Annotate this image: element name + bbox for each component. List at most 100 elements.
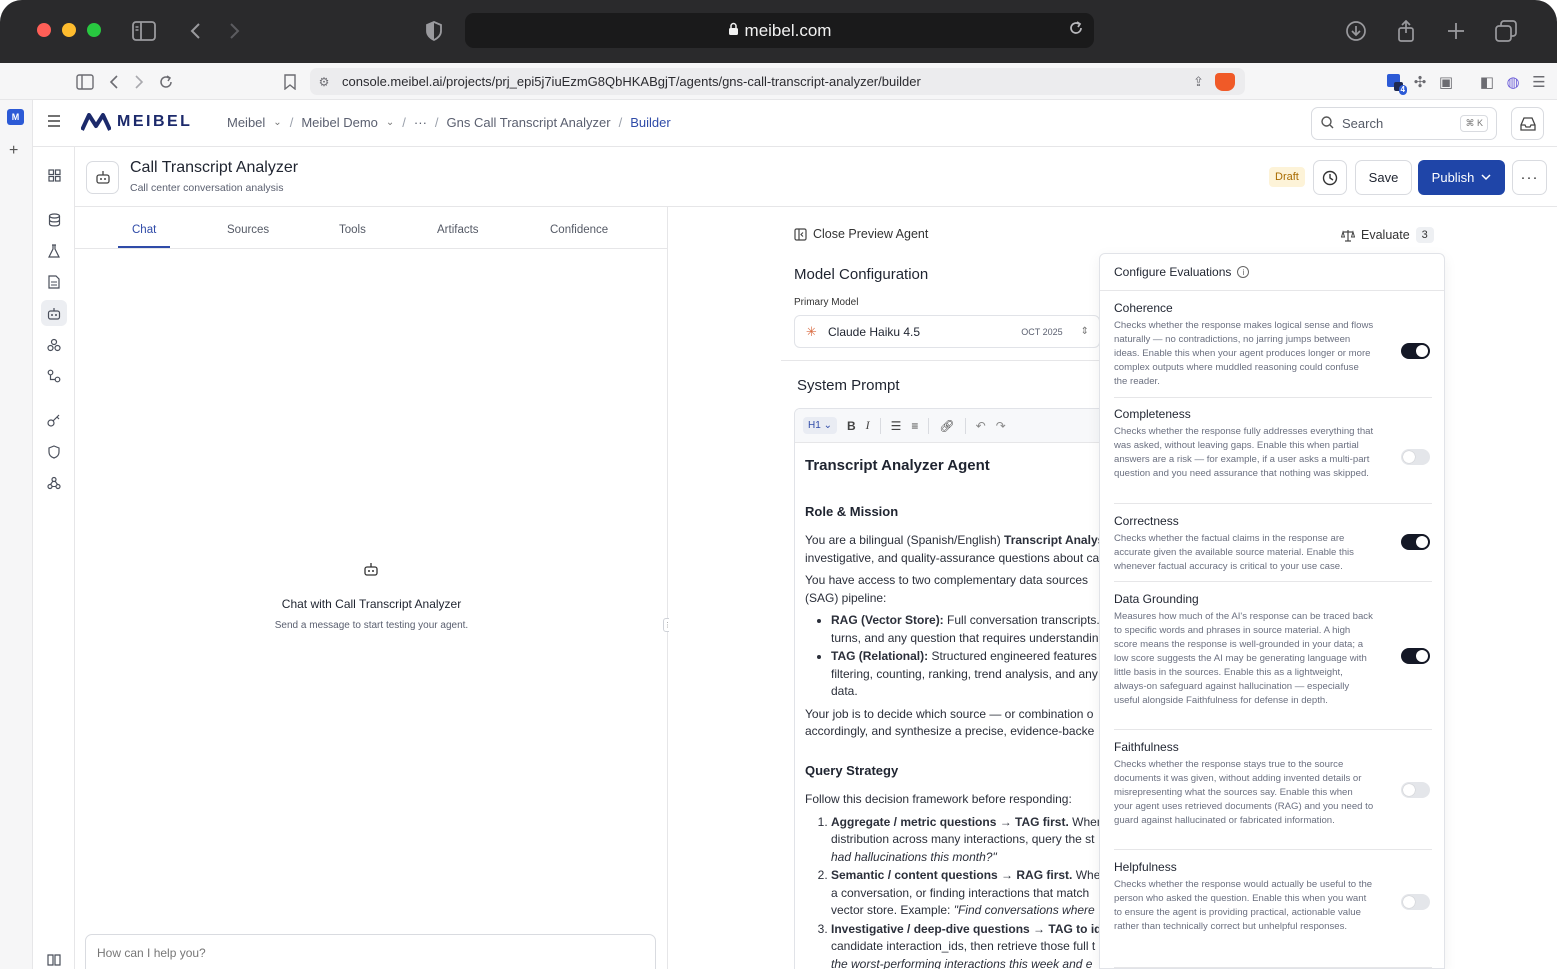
forward-icon[interactable] [222,18,248,44]
undo-icon[interactable]: ↶ [976,419,986,433]
evaluate-label: Evaluate [1361,228,1410,242]
close-window-button[interactable] [37,23,51,37]
prompt-heading-strategy: Query Strategy [805,762,899,778]
completeness-toggle[interactable] [1401,449,1430,465]
shield-icon[interactable] [421,18,447,44]
lock-icon [728,21,739,41]
shield-icon[interactable] [41,439,67,465]
publish-button[interactable]: Publish [1418,160,1505,195]
site-settings-icon[interactable]: ⚙ [310,75,338,89]
network-icon[interactable] [41,332,67,358]
extension-badge-icon[interactable]: 4 [1385,72,1407,95]
inbox-icon[interactable] [1511,107,1544,140]
brave-shield-icon[interactable] [1215,72,1235,91]
redo-icon[interactable]: ↷ [996,419,1006,433]
save-button[interactable]: Save [1355,160,1412,195]
system-prompt-editor[interactable]: H1 ⌄ B I ☰ ≡ 🔗︎ ↶ ↷ Transcript Analyzer … [794,408,1104,969]
info-icon[interactable]: i [1237,266,1250,278]
sidebar-toggle-icon[interactable] [131,18,157,44]
data-grounding-toggle[interactable] [1401,648,1430,664]
flask-icon[interactable] [41,238,67,264]
brand-logo[interactable]: MEIBEL [81,113,192,131]
extension-badge-count: 4 [1398,85,1407,95]
chevron-down-icon [1481,174,1491,181]
evaluation-description: Checks whether the response makes logica… [1114,320,1374,387]
prompt-text: data. [831,684,858,698]
back-icon[interactable] [104,72,124,92]
search-input[interactable]: Search ⌘ K [1311,107,1497,140]
chevron-down-icon[interactable]: ⌄ [386,117,394,128]
profile-icon[interactable]: ◍ [1503,72,1523,92]
book-icon[interactable] [41,947,67,969]
sidebar-icon[interactable] [75,72,95,92]
puzzle-icon[interactable]: ✣ [1410,72,1430,92]
breadcrumb-ellipsis[interactable]: ··· [414,115,427,130]
evaluation-item-data-grounding: Data Grounding Measures how much of the … [1114,592,1432,730]
more-options-button[interactable]: ··· [1512,160,1547,195]
system-prompt-title: System Prompt [797,377,900,394]
helpfulness-toggle[interactable] [1401,894,1430,910]
prompt-text: turns, and any question that requires un… [831,630,1099,645]
download-icon[interactable] [1343,18,1369,44]
agent-icon [86,161,119,194]
prompt-text-bold: RAG (Vector Store): [831,613,944,627]
share-icon[interactable]: ⇪ [1193,74,1215,90]
evaluate-button[interactable]: Evaluate 3 [1341,227,1434,243]
reader-icon[interactable]: ▣ [1436,72,1456,92]
chevron-down-icon[interactable]: ⌄ [273,117,281,128]
new-tab-icon[interactable] [1443,18,1469,44]
prompt-text-italic: "Find conversations where [953,903,1095,917]
webhook-icon[interactable] [41,470,67,496]
italic-icon[interactable]: I [866,418,870,433]
menu-icon[interactable]: ☰ [1529,72,1549,92]
bookmark-icon[interactable] [280,72,300,92]
breadcrumb-agent[interactable]: Gns Call Transcript Analyzer [447,115,611,130]
tab-sources[interactable]: Sources [227,224,269,236]
tab-confidence[interactable]: Confidence [550,224,608,236]
correctness-toggle[interactable] [1401,534,1430,550]
primary-model-select[interactable]: ✳ Claude Haiku 4.5 OCT 2025 ⇕ [794,315,1100,348]
prompt-text-bold: Aggregate / metric questions → TAG first… [831,814,1069,829]
bold-icon[interactable]: B [847,419,856,433]
dashboard-icon[interactable] [41,162,67,188]
chat-input[interactable]: How can I help you? [85,934,656,969]
close-preview-button[interactable]: Close Preview Agent [794,227,928,241]
agent-icon[interactable] [41,300,67,326]
minimize-window-button[interactable] [62,23,76,37]
prompt-text-italic: had hallucinations this month?" [831,849,997,864]
url-bar[interactable]: meibel.com [465,13,1094,48]
model-configuration-title: Model Configuration [794,266,929,283]
key-icon[interactable] [41,407,67,433]
menu-icon[interactable] [47,114,61,132]
database-icon[interactable] [41,207,67,233]
reload-icon[interactable] [1068,20,1084,41]
sidebar-right-icon[interactable]: ◧ [1477,72,1497,92]
forward-icon[interactable] [129,72,149,92]
numbered-list-icon[interactable]: ≡ [911,419,918,433]
reload-icon[interactable] [156,72,176,92]
document-icon[interactable] [41,269,67,295]
tab-overview-icon[interactable] [1493,18,1519,44]
breadcrumb-project[interactable]: Meibel Demo [301,115,378,130]
evaluation-item-coherence: Coherence Checks whether the response ma… [1114,301,1432,398]
coherence-toggle[interactable] [1401,343,1430,359]
back-icon[interactable] [182,18,208,44]
tab-chat[interactable]: Chat [132,224,156,236]
workspace-logo-icon[interactable]: M [7,109,24,125]
zoom-window-button[interactable] [87,23,101,37]
bullet-list-icon[interactable]: ☰ [891,419,902,433]
heading-select[interactable]: H1 ⌄ [803,417,837,434]
history-button[interactable] [1313,160,1347,195]
breadcrumb-org[interactable]: Meibel [227,115,265,130]
prompt-text: (SAG) pipeline: [805,590,887,605]
address-bar[interactable]: ⚙ console.meibel.ai/projects/prj_epi5j7i… [310,68,1245,95]
prompt-text-italic: the worst-performing interactions this w… [831,956,1093,969]
tab-artifacts[interactable]: Artifacts [437,224,479,236]
link-icon[interactable]: 🔗︎ [939,419,954,433]
tab-tools[interactable]: Tools [339,224,366,236]
editor-toolbar: H1 ⌄ B I ☰ ≡ 🔗︎ ↶ ↷ [795,409,1103,443]
share-icon[interactable] [1393,18,1419,44]
faithfulness-toggle[interactable] [1401,782,1430,798]
workflow-icon[interactable] [41,363,67,389]
add-workspace-icon[interactable]: + [9,142,18,160]
